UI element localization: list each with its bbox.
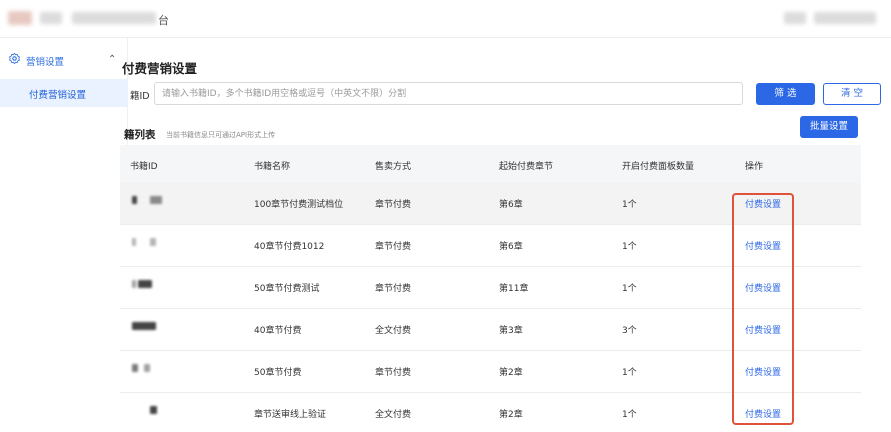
column-header: 书籍名称 bbox=[254, 162, 291, 172]
top-bar: 台 bbox=[0, 0, 891, 38]
pay-settings-link[interactable]: 付费设置 bbox=[745, 365, 781, 378]
clear-button[interactable]: 清 空 bbox=[823, 83, 881, 105]
pay-settings-link[interactable]: 付费设置 bbox=[745, 281, 781, 294]
book-id-blurred bbox=[132, 196, 137, 204]
start-chapter: 第2章 bbox=[499, 368, 523, 378]
sale-method: 章节付费 bbox=[375, 200, 412, 210]
user-name-blurred[interactable] bbox=[814, 12, 876, 24]
table-row: 100章节付费测试档位 章节付费 第6章 1个 付费设置 bbox=[120, 183, 861, 225]
table-row: 章节送审线上验证 全文付费 第2章 1个 付费设置 bbox=[120, 393, 861, 432]
filter-button[interactable]: 筛 选 bbox=[756, 83, 815, 105]
batch-settings-button[interactable]: 批量设置 bbox=[800, 116, 858, 138]
table-row: 50章节付费测试 章节付费 第11章 1个 付费设置 bbox=[120, 267, 861, 309]
book-id-blurred bbox=[150, 238, 156, 246]
sale-method: 全文付费 bbox=[375, 410, 412, 420]
sale-method: 章节付费 bbox=[375, 284, 412, 294]
section-title: 籍列表 bbox=[124, 129, 156, 141]
app-name-blurred-2 bbox=[72, 12, 156, 24]
app-title-tail: 台 bbox=[158, 14, 169, 27]
column-header: 操作 bbox=[745, 162, 764, 172]
book-name: 40章节付费 bbox=[254, 326, 302, 336]
panel-count: 1个 bbox=[622, 368, 637, 378]
sidebar-item-paid-marketing[interactable]: 付费营销设置 bbox=[0, 79, 128, 107]
sidebar-group-marketing[interactable]: 营销设置 ⌃ bbox=[0, 46, 128, 74]
book-id-search-input[interactable] bbox=[154, 82, 743, 105]
pay-settings-link[interactable]: 付费设置 bbox=[745, 407, 781, 420]
book-id-blurred bbox=[132, 364, 138, 372]
start-chapter: 第6章 bbox=[499, 200, 523, 210]
book-name: 50章节付费测试 bbox=[254, 284, 320, 294]
panel-count: 1个 bbox=[622, 200, 637, 210]
book-name: 100章节付费测试档位 bbox=[254, 200, 344, 210]
book-id-blurred bbox=[132, 280, 136, 288]
table-row: 50章节付费 章节付费 第2章 1个 付费设置 bbox=[120, 351, 861, 393]
table-row: 40章节付费1012 章节付费 第6章 1个 付费设置 bbox=[120, 225, 861, 267]
book-id-blurred bbox=[150, 406, 157, 414]
panel-count: 3个 bbox=[622, 326, 637, 336]
book-id-blurred bbox=[144, 364, 150, 372]
book-id-blurred bbox=[138, 280, 152, 288]
pay-settings-link[interactable]: 付费设置 bbox=[745, 239, 781, 252]
table-header: 书籍ID 书籍名称 售卖方式 起始付费章节 开启付费面板数量 操作 bbox=[120, 145, 861, 183]
column-header: 起始付费章节 bbox=[499, 162, 554, 172]
chevron-up-icon[interactable]: ⌃ bbox=[108, 54, 116, 65]
sale-method: 章节付费 bbox=[375, 242, 412, 252]
sidebar-item-label: 付费营销设置 bbox=[29, 90, 87, 101]
pay-settings-link[interactable]: 付费设置 bbox=[745, 197, 781, 210]
logo-blurred bbox=[8, 11, 32, 25]
page-title: 付费营销设置 bbox=[122, 61, 198, 76]
column-header: 开启付费面板数量 bbox=[622, 162, 695, 172]
panel-count: 1个 bbox=[622, 242, 637, 252]
start-chapter: 第2章 bbox=[499, 410, 523, 420]
book-name: 50章节付费 bbox=[254, 368, 302, 378]
sidebar-group-label: 营销设置 bbox=[26, 57, 65, 68]
sidebar: 营销设置 ⌃ 付费营销设置 bbox=[0, 38, 128, 432]
book-name: 章节送审线上验证 bbox=[254, 410, 327, 420]
panel-count: 1个 bbox=[622, 284, 637, 294]
start-chapter: 第3章 bbox=[499, 326, 523, 336]
section-subtitle: 当前书籍信息只可通过API形式上传 bbox=[166, 131, 276, 139]
gear-icon bbox=[9, 52, 20, 65]
sale-method: 章节付费 bbox=[375, 368, 412, 378]
book-id-blurred bbox=[150, 196, 162, 204]
column-header: 售卖方式 bbox=[375, 162, 412, 172]
pay-settings-link[interactable]: 付费设置 bbox=[745, 323, 781, 336]
column-header: 书籍ID bbox=[130, 162, 158, 172]
sale-method: 全文付费 bbox=[375, 326, 412, 336]
start-chapter: 第6章 bbox=[499, 242, 523, 252]
book-id-blurred bbox=[132, 238, 136, 246]
book-id-blurred bbox=[132, 322, 156, 330]
filter-label: 籍ID bbox=[130, 91, 150, 102]
book-name: 40章节付费1012 bbox=[254, 242, 325, 252]
user-avatar-blurred[interactable] bbox=[784, 12, 806, 24]
table-row: 40章节付费 全文付费 第3章 3个 付费设置 bbox=[120, 309, 861, 351]
app-name-blurred bbox=[40, 12, 62, 24]
panel-count: 1个 bbox=[622, 410, 637, 420]
start-chapter: 第11章 bbox=[499, 284, 529, 294]
